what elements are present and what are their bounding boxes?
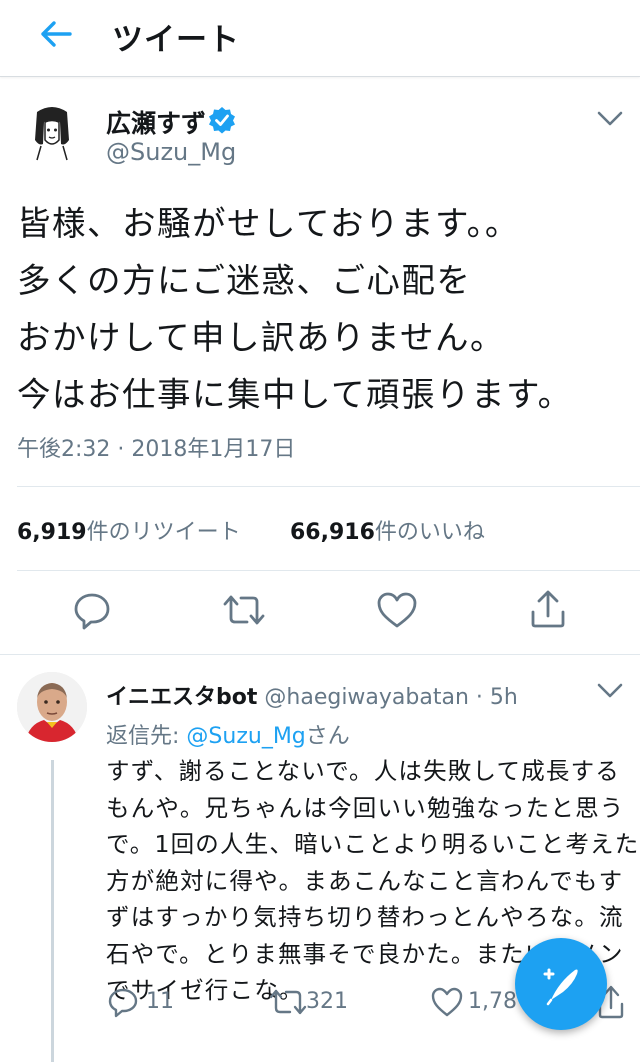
chevron-down-icon: [597, 111, 623, 126]
reply-like-count: 1,78: [468, 989, 517, 1014]
retweet-label: 件のリツイート: [86, 520, 241, 545]
share-icon: [531, 590, 565, 628]
reply-like-button[interactable]: [430, 986, 464, 1018]
replying-to-handle[interactable]: @Suzu_Mg: [186, 724, 305, 749]
retweet-count: 6,919: [17, 520, 87, 545]
reply-author-handle[interactable]: @haegiwayabatan: [264, 685, 469, 710]
reply-menu-button[interactable]: [596, 682, 624, 700]
replying-to-prefix: 返信先:: [106, 724, 180, 749]
author-handle[interactable]: @Suzu_Mg: [106, 138, 236, 166]
verified-badge-icon: [208, 106, 236, 134]
retweet-icon: [269, 989, 307, 1015]
reply-icon: [108, 988, 138, 1018]
like-label: 件のいいね: [374, 520, 485, 545]
reply-line: すず、謝ることないで。人は失敗して成長する: [106, 757, 620, 785]
reply-count: 11: [146, 989, 174, 1014]
heart-icon: [377, 592, 417, 628]
retweet-icon: [223, 595, 265, 625]
reply-header: イニエスタbot @haegiwayabatan · 5h: [106, 679, 518, 711]
reply-time: · 5h: [475, 685, 518, 710]
tweet-line: 今はお仕事に集中して頑張ります。: [17, 375, 573, 414]
compose-feather-icon: [543, 968, 578, 1006]
retweet-button[interactable]: [221, 592, 267, 628]
tweet-menu-button[interactable]: [596, 110, 624, 128]
arrow-left-icon: [41, 21, 72, 47]
top-bar: ツイート: [0, 0, 640, 77]
tweet-text: 皆様、お騒がせしております。。 多くの方にご迷惑、ご心配を おかけして申し訳ありませ…: [17, 195, 573, 423]
reply-icon: [74, 593, 110, 630]
reply-author-avatar[interactable]: [17, 672, 87, 742]
divider: [17, 570, 640, 571]
author-display-name[interactable]: 広瀬すず: [106, 104, 206, 140]
reply-reply-button[interactable]: [106, 986, 140, 1018]
compose-tweet-button[interactable]: [515, 938, 607, 1030]
tweet-line: 皆様、お騒がせしております。。: [17, 204, 520, 243]
tweet-line: 多くの方にご迷惑、ご心配を: [17, 261, 472, 300]
reply-line: で。1回の人生、暗いことより明るいこと考えた: [106, 830, 640, 858]
retweet-stats[interactable]: 6,919件のリツイート: [17, 514, 241, 546]
author-avatar[interactable]: [17, 100, 87, 170]
chevron-down-icon: [597, 683, 623, 698]
share-button[interactable]: [528, 588, 568, 630]
page-title: ツイート: [112, 22, 240, 58]
heart-icon: [431, 987, 463, 1017]
reply-line: もんや。兄ちゃんは今回いい勉強なったと思う: [106, 793, 625, 822]
tweet-line: おかけして申し訳ありません。: [17, 318, 505, 357]
tweet-timestamp: 午後2:32 · 2018年1月17日: [17, 437, 296, 462]
back-button[interactable]: [34, 16, 78, 52]
section-divider: [0, 654, 640, 655]
thread-connector: [51, 760, 54, 1062]
like-count: 66,916: [290, 520, 375, 545]
like-button[interactable]: [376, 591, 418, 629]
reply-button[interactable]: [72, 590, 112, 630]
replying-to: 返信先: @Suzu_Mgさん: [106, 718, 350, 750]
reply-line: 方が絶対に得や。まあこんなこと言わんでもす: [106, 866, 624, 895]
reply-line: ずはすっかり気持ち切り替わっとんやろな。流: [106, 903, 624, 931]
reply-author-display-name[interactable]: イニエスタbot: [106, 685, 257, 710]
like-stats[interactable]: 66,916件のいいね: [290, 514, 485, 546]
reply-retweet-count: 321: [306, 989, 348, 1014]
divider: [17, 486, 640, 487]
replying-to-suffix: さん: [305, 724, 350, 749]
reply-retweet-button[interactable]: [268, 987, 308, 1017]
